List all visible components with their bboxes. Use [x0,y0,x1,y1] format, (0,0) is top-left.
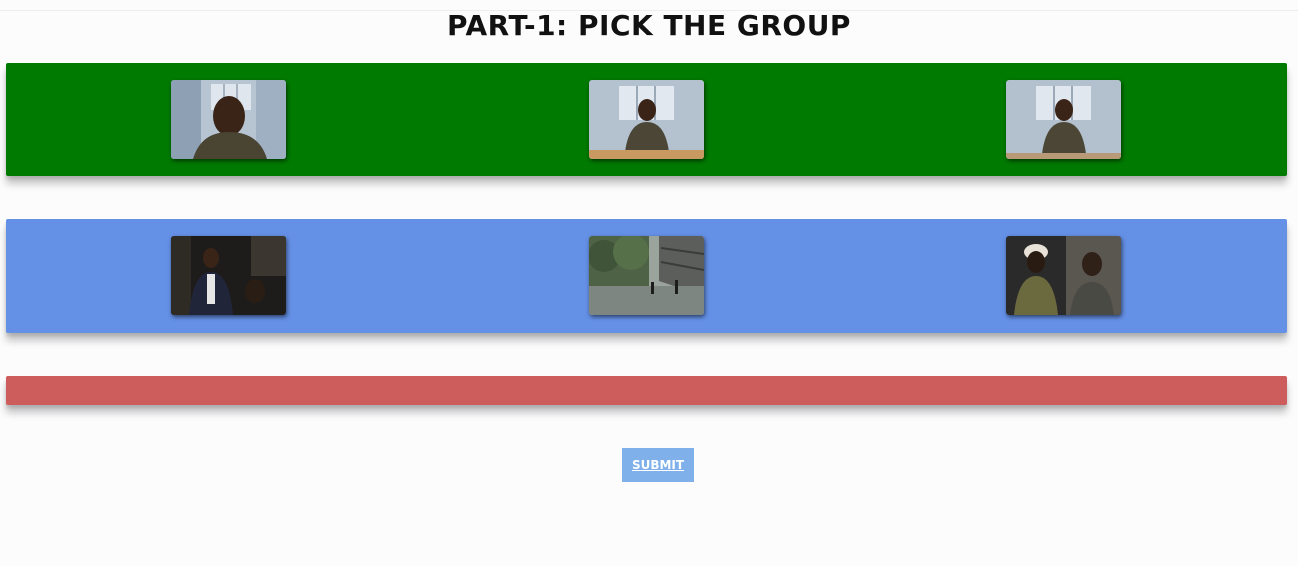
man-at-table-image [589,80,704,159]
video-thumbnail-green-1[interactable] [171,80,286,159]
video-thumbnail-green-3[interactable] [1006,80,1121,159]
group-row-blue[interactable] [6,219,1287,333]
man-at-table-image [1006,80,1121,159]
video-thumbnail-blue-2[interactable] [589,236,704,315]
video-thumbnail-blue-1[interactable] [171,236,286,315]
submit-button[interactable]: SUBMIT [622,448,694,482]
group-row-green[interactable] [6,63,1287,176]
office-scene-image [171,236,286,315]
man-closeup-image [171,80,286,159]
street-scene-image [589,236,704,315]
two-women-image [1006,236,1121,315]
video-thumbnail-blue-3[interactable] [1006,236,1121,315]
page-title: PART-1: PICK THE GROUP [447,9,851,42]
video-thumbnail-green-2[interactable] [589,80,704,159]
group-row-red[interactable] [6,376,1287,405]
